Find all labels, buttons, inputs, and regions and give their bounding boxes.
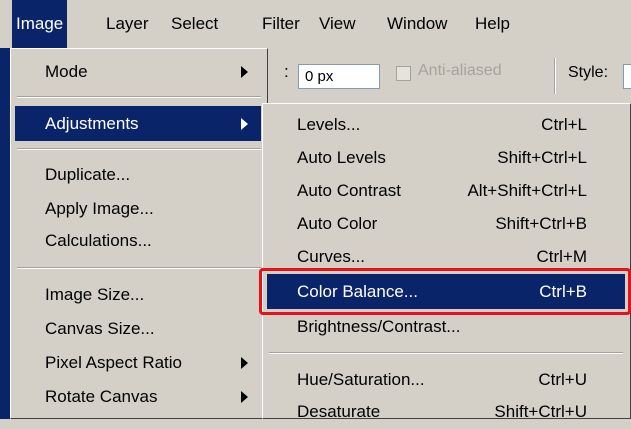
menu-item-canvas-size[interactable]: Canvas Size... bbox=[15, 311, 261, 346]
menu-help[interactable]: Help bbox=[471, 0, 514, 48]
menu-item-canvas-size-label: Canvas Size... bbox=[45, 319, 155, 338]
menu-item-auto-contrast-shortcut: Alt+Shift+Ctrl+L bbox=[467, 181, 587, 200]
image-menu: Mode Adjustments Duplicate... Apply Imag… bbox=[10, 48, 268, 419]
menu-image-label: Image bbox=[16, 14, 64, 33]
menu-item-apply-image[interactable]: Apply Image... bbox=[15, 191, 261, 226]
toolbar-divider bbox=[554, 58, 556, 94]
menu-item-rotate-canvas[interactable]: Rotate Canvas bbox=[15, 379, 261, 414]
menu-view[interactable]: View bbox=[315, 0, 360, 48]
menu-item-duplicate[interactable]: Duplicate... bbox=[15, 157, 261, 192]
menu-layer[interactable]: Layer bbox=[102, 0, 153, 48]
menu-item-calculations-label: Calculations... bbox=[45, 231, 152, 250]
menu-item-hue-saturation[interactable]: Hue/Saturation... Ctrl+U bbox=[267, 362, 625, 397]
menu-item-pixel-aspect-ratio[interactable]: Pixel Aspect Ratio bbox=[15, 345, 261, 380]
menu-filter[interactable]: Filter bbox=[258, 0, 304, 48]
submenu-arrow-icon bbox=[241, 118, 248, 130]
adjustments-submenu: Levels... Ctrl+L Auto Levels Shift+Ctrl+… bbox=[262, 103, 631, 421]
menu-image[interactable]: Image bbox=[12, 0, 68, 48]
submenu-arrow-icon bbox=[241, 66, 248, 78]
menu-item-mode-label: Mode bbox=[45, 62, 88, 81]
options-toolbar: : 0 px Anti-aliased Style: bbox=[268, 48, 631, 103]
menu-window-label: Window bbox=[387, 14, 448, 33]
menu-item-pixel-aspect-ratio-label: Pixel Aspect Ratio bbox=[45, 353, 183, 372]
style-dropdown[interactable] bbox=[623, 64, 631, 89]
menu-item-duplicate-label: Duplicate... bbox=[45, 165, 131, 184]
submenu-arrow-icon bbox=[241, 357, 248, 369]
submenu-arrow-icon bbox=[241, 391, 248, 403]
menu-separator bbox=[17, 267, 261, 269]
menu-item-calculations[interactable]: Calculations... bbox=[15, 223, 261, 258]
menu-window[interactable]: Window bbox=[383, 0, 451, 48]
menu-item-levels-label: Levels... bbox=[297, 115, 361, 134]
menu-separator bbox=[269, 352, 623, 354]
menu-select[interactable]: Select bbox=[167, 0, 222, 48]
menu-item-auto-color-shortcut: Shift+Ctrl+B bbox=[495, 214, 587, 233]
menu-item-desaturate-shortcut: Shift+Ctrl+U bbox=[494, 402, 587, 421]
annotation-highlight bbox=[259, 268, 631, 315]
menu-item-auto-contrast-label: Auto Contrast bbox=[297, 181, 401, 200]
anti-aliased-checkbox[interactable] bbox=[396, 66, 411, 81]
menu-item-apply-image-label: Apply Image... bbox=[45, 199, 154, 218]
menu-item-rotate-canvas-label: Rotate Canvas bbox=[45, 387, 158, 406]
menu-item-auto-contrast[interactable]: Auto Contrast Alt+Shift+Ctrl+L bbox=[267, 173, 625, 208]
menu-item-image-size-label: Image Size... bbox=[45, 285, 145, 304]
style-label: Style: bbox=[568, 64, 609, 81]
menu-item-hue-saturation-label: Hue/Saturation... bbox=[297, 370, 425, 389]
menu-item-levels[interactable]: Levels... Ctrl+L bbox=[267, 107, 625, 142]
anti-aliased-label: Anti-aliased bbox=[418, 62, 502, 79]
menu-filter-label: Filter bbox=[262, 14, 300, 33]
menu-item-auto-color[interactable]: Auto Color Shift+Ctrl+B bbox=[267, 206, 625, 241]
menu-item-image-size[interactable]: Image Size... bbox=[15, 277, 261, 312]
menu-item-adjustments[interactable]: Adjustments bbox=[15, 106, 261, 141]
menu-separator bbox=[17, 148, 261, 150]
menu-view-label: View bbox=[319, 14, 356, 33]
window-edge bbox=[0, 48, 10, 419]
menu-separator bbox=[17, 96, 261, 98]
menu-item-levels-shortcut: Ctrl+L bbox=[541, 115, 587, 134]
menu-item-auto-levels-shortcut: Shift+Ctrl+L bbox=[497, 148, 587, 167]
feather-input[interactable]: 0 px bbox=[298, 64, 380, 89]
menu-select-label: Select bbox=[171, 14, 219, 33]
feather-colon: : bbox=[284, 62, 289, 81]
menu-item-desaturate-label: Desaturate bbox=[297, 402, 381, 421]
menu-item-auto-color-label: Auto Color bbox=[297, 214, 378, 233]
menu-item-desaturate[interactable]: Desaturate Shift+Ctrl+U bbox=[267, 394, 625, 429]
menu-item-hue-saturation-shortcut: Ctrl+U bbox=[538, 370, 587, 389]
menu-item-adjustments-label: Adjustments bbox=[45, 114, 139, 133]
menu-layer-label: Layer bbox=[106, 14, 149, 33]
menu-bar: Image Layer Select Filter View Window He… bbox=[0, 0, 631, 49]
menu-item-mode[interactable]: Mode bbox=[15, 54, 261, 89]
menu-item-auto-levels-label: Auto Levels bbox=[297, 148, 386, 167]
menu-help-label: Help bbox=[475, 14, 510, 33]
menu-item-auto-levels[interactable]: Auto Levels Shift+Ctrl+L bbox=[267, 140, 625, 175]
